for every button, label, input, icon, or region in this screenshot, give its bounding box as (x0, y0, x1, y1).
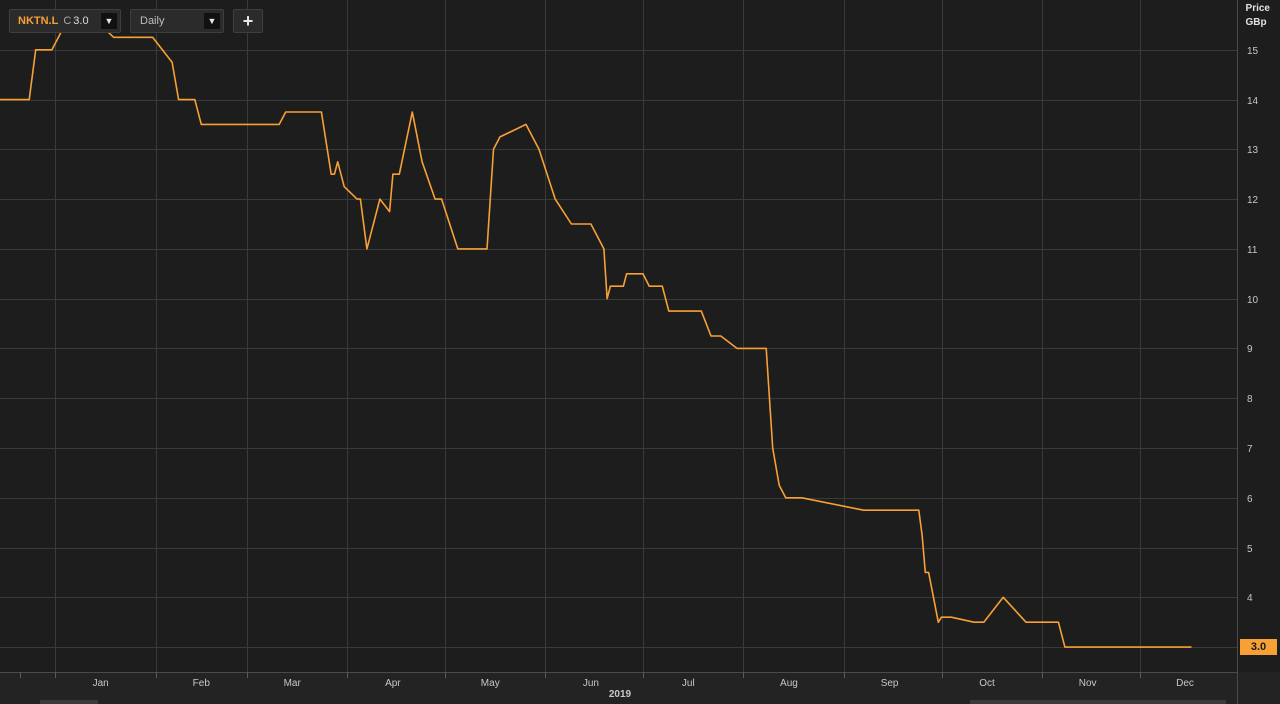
x-tick-label: Feb (193, 678, 211, 689)
chart-toolbar: NKTN.L C 3.0 ▼ Daily ▼ + (9, 9, 263, 33)
scroll-handle-left[interactable] (40, 700, 98, 704)
series-value: 3.0 (73, 15, 89, 27)
x-tick-label: Aug (780, 678, 798, 689)
period-label: Daily (140, 15, 165, 27)
x-tick-label: Sep (881, 678, 899, 689)
x-tick-label: Jun (583, 678, 599, 689)
y-tick-label: 13 (1247, 145, 1259, 156)
y-tick-label: 11 (1247, 245, 1258, 256)
x-axis-year-label: 2019 (609, 689, 632, 700)
y-tick-label: 5 (1247, 544, 1253, 555)
x-tick-label: Apr (385, 678, 401, 689)
y-tick-label: 4 (1247, 593, 1253, 604)
instrument-dropdown-arrow-icon[interactable]: ▼ (101, 13, 117, 29)
x-tick-label: Oct (979, 678, 995, 689)
y-axis-title: Price (1245, 3, 1270, 14)
y-tick-label: 8 (1247, 394, 1253, 405)
y-tick-label: 9 (1247, 344, 1253, 355)
period-selector[interactable]: Daily ▼ (130, 9, 224, 33)
instrument-selector[interactable]: NKTN.L C 3.0 ▼ (9, 9, 121, 33)
x-tick-label: Mar (284, 678, 302, 689)
y-tick-label: 12 (1247, 195, 1259, 206)
y-tick-label: 10 (1247, 295, 1259, 306)
instrument-code: NKTN.L (18, 15, 59, 27)
add-series-button[interactable]: + (233, 9, 263, 33)
x-tick-label: Nov (1079, 678, 1097, 689)
x-tick-label: Dec (1176, 678, 1194, 689)
period-dropdown-arrow-icon[interactable]: ▼ (204, 13, 220, 29)
plus-icon: + (242, 10, 254, 31)
x-tick-label: May (481, 678, 500, 689)
y-tick-label: 7 (1247, 444, 1253, 455)
y-axis-unit: GBp (1245, 17, 1267, 28)
y-axis-ticks: 3456789101112131415 (1247, 46, 1259, 654)
y-tick-label: 6 (1247, 494, 1253, 505)
y-axis-header: Price GBp (1246, 2, 1270, 30)
y-tick-label: 14 (1247, 96, 1259, 107)
series-type: C (63, 15, 72, 27)
scroll-handle-right[interactable] (970, 700, 1226, 704)
price-chart[interactable]: 3456789101112131415 JanFebMarAprMayJunJu… (0, 0, 1280, 704)
y-tick-label: 15 (1247, 46, 1259, 57)
x-tick-label: Jul (682, 678, 695, 689)
last-price-badge: 3.0 (1240, 639, 1277, 656)
x-tick-label: Jan (93, 678, 109, 689)
